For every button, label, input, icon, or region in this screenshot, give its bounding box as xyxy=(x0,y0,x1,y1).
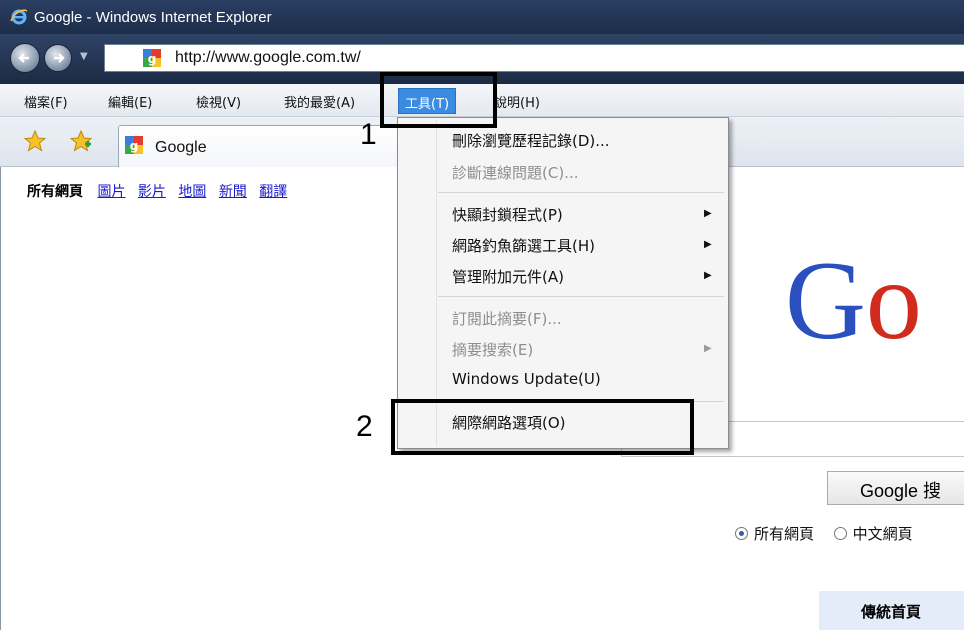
submenu-arrow-icon: ▶ xyxy=(704,208,712,219)
gbar-link-videos[interactable]: 影片 xyxy=(138,184,166,200)
logo-letter-o: o xyxy=(865,239,922,363)
highlight-box-internet-options xyxy=(391,399,694,455)
url-text[interactable]: http://www.google.com.tw/ xyxy=(175,49,361,67)
gbar-current: 所有網頁 xyxy=(27,184,83,200)
menu-diagnose-connection: 診斷連線問題(C)... xyxy=(452,164,579,182)
menu-edit[interactable]: 編輯(E) xyxy=(108,92,152,111)
menu-subscribe-feed: 訂閱此摘要(F)... xyxy=(452,310,562,328)
radio-all-web[interactable] xyxy=(735,527,748,540)
menu-feed-discovery: 摘要搜索(E) xyxy=(452,341,534,359)
gbar-link-maps[interactable]: 地圖 xyxy=(178,184,206,200)
back-arrow-icon xyxy=(18,53,29,63)
back-button[interactable] xyxy=(10,43,40,73)
step-number-1: 1 xyxy=(360,118,377,151)
classic-home-bar: 傳統首頁 xyxy=(819,591,964,630)
forward-arrow-icon xyxy=(54,53,65,63)
svg-text:g: g xyxy=(148,52,157,66)
classic-home-link[interactable]: 傳統首頁 xyxy=(861,601,921,622)
menu-phishing-filter[interactable]: 網路釣魚篩選工具(H) xyxy=(452,235,595,256)
google-favicon-icon: g xyxy=(125,136,143,154)
gbar-link-images[interactable]: 圖片 xyxy=(97,184,125,200)
add-favorites-icon[interactable] xyxy=(70,130,92,152)
title-bar: Google - Windows Internet Explorer xyxy=(0,0,964,34)
ie-icon xyxy=(10,9,28,25)
menu-favorites[interactable]: 我的最愛(A) xyxy=(284,92,355,111)
step-number-2: 2 xyxy=(356,410,373,443)
menu-gutter xyxy=(436,120,437,446)
forward-button[interactable] xyxy=(44,44,72,72)
gbar-link-translate[interactable]: 翻譯 xyxy=(259,184,287,200)
search-scope-radios: 所有網頁 中文網頁 xyxy=(735,523,913,544)
favorites-star-icon[interactable] xyxy=(24,130,46,152)
submenu-arrow-icon: ▶ xyxy=(704,343,712,354)
menu-separator xyxy=(438,192,724,193)
menu-windows-update[interactable]: Windows Update(U) xyxy=(452,370,601,388)
gbar-link-news[interactable]: 新聞 xyxy=(219,184,247,200)
radio-all-web-label[interactable]: 所有網頁 xyxy=(754,525,814,543)
radio-chinese-web[interactable] xyxy=(833,527,847,540)
google-logo: Go xyxy=(785,245,922,357)
submenu-arrow-icon: ▶ xyxy=(704,270,712,281)
logo-letter-g: G xyxy=(785,239,866,363)
address-field[interactable]: g http://www.google.com.tw/ xyxy=(104,44,964,72)
highlight-box-tools xyxy=(380,72,497,128)
tab-label[interactable]: Google xyxy=(155,139,207,157)
radio-chinese-web-label[interactable]: 中文網頁 xyxy=(853,525,913,543)
svg-text:g: g xyxy=(130,139,139,153)
menu-delete-history[interactable]: 刪除瀏覽歷程記錄(D)... xyxy=(452,130,610,151)
window-title: Google - Windows Internet Explorer xyxy=(34,8,272,26)
menu-manage-addons[interactable]: 管理附加元件(A) xyxy=(452,266,564,287)
google-favicon-icon: g xyxy=(143,49,161,67)
history-dropdown-icon[interactable]: ▼ xyxy=(80,51,88,62)
menu-popup-blocker[interactable]: 快顯封鎖程式(P) xyxy=(452,204,563,225)
menu-file[interactable]: 檔案(F) xyxy=(24,92,68,111)
google-search-button[interactable]: Google 搜 xyxy=(827,471,964,505)
menu-separator xyxy=(438,296,724,297)
menu-help[interactable]: 說明(H) xyxy=(494,92,540,111)
submenu-arrow-icon: ▶ xyxy=(704,239,712,250)
google-nav-bar: 所有網頁 圖片 影片 地圖 新聞 翻譯 xyxy=(27,181,295,201)
menu-view[interactable]: 檢視(V) xyxy=(196,92,241,111)
ie-window: Google - Windows Internet Explorer ▼ g h… xyxy=(0,0,964,630)
